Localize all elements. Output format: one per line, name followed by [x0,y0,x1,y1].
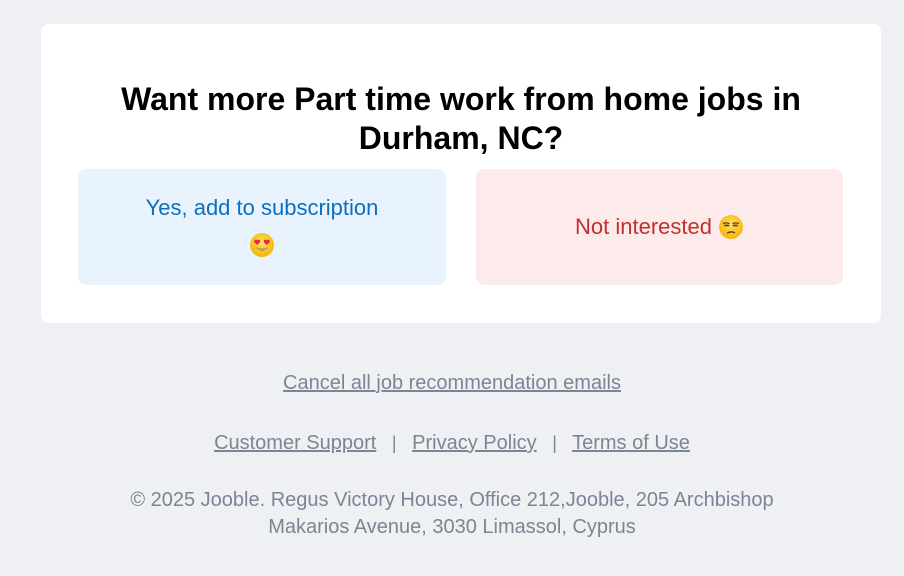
cancel-all-emails-link[interactable]: Cancel all job recommendation emails [283,372,621,394]
cancel-row: Cancel all job recommendation emails [0,370,904,398]
footer-links: Customer Support | Privacy Policy | Term… [0,430,904,456]
terms-of-use-link[interactable]: Terms of Use [572,432,690,454]
add-to-subscription-button[interactable]: Yes, add to subscription [78,169,446,285]
card-title-line-2: Durham, NC? [358,120,564,156]
not-interested-label: Not interested [575,214,712,239]
privacy-policy-link[interactable]: Privacy Policy [412,432,536,454]
separator: | [552,433,557,453]
copyright-line-1: © 2025 Jooble. Regus Victory House, Offi… [130,489,774,511]
copyright-notice: © 2025 Jooble. Regus Victory House, Offi… [0,487,904,541]
add-to-subscription-label: Yes, add to subscription [145,195,379,220]
heart-eyes-emoji-icon [250,233,274,257]
unamused-face-emoji-icon [718,215,743,239]
separator: | [391,433,397,453]
copyright-line-2: Makarios Avenue, 3030 Limassol, Cyprus [268,516,636,538]
not-interested-button[interactable]: Not interested [476,169,843,285]
card-title-line-1: Want more Part time work from home jobs … [121,81,801,117]
customer-support-link[interactable]: Customer Support [214,432,376,454]
card-title: Want more Part time work from home jobs … [41,80,881,158]
